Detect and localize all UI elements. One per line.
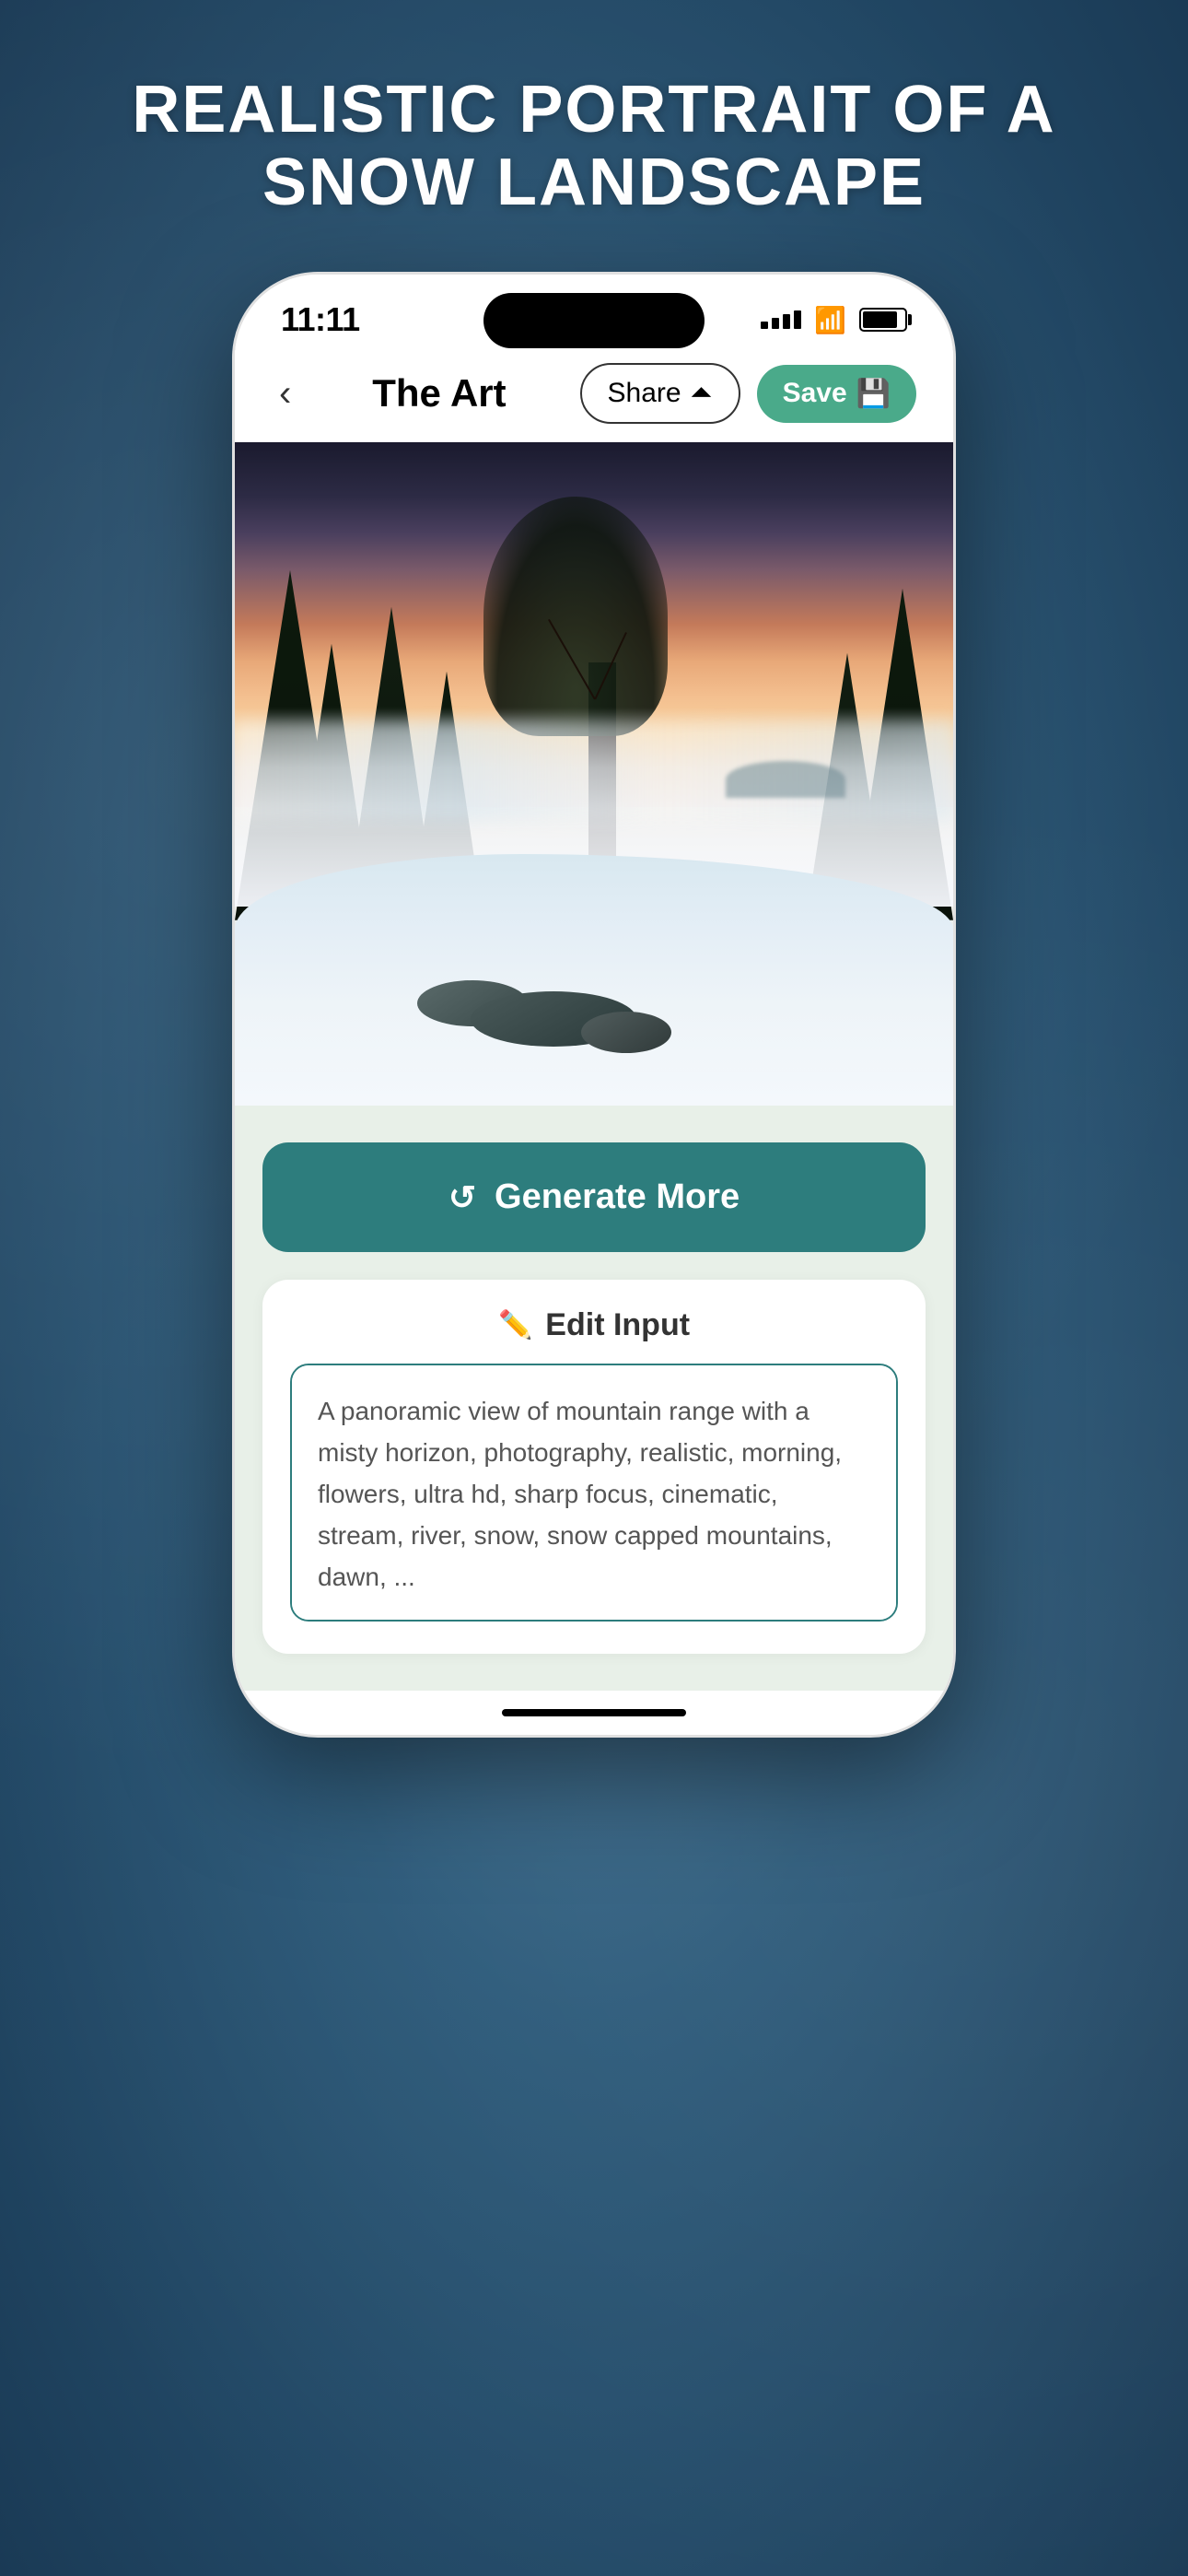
share-button[interactable]: Share ⏶ bbox=[580, 363, 740, 424]
status-icons: 📶 bbox=[761, 305, 907, 335]
nav-actions: Share ⏶ Save 💾 bbox=[580, 363, 917, 424]
battery-icon bbox=[859, 308, 907, 332]
page-title: REALISTIC PORTRAIT OF A SNOW LANDSCAPE bbox=[0, 74, 1188, 219]
rock-3 bbox=[581, 1012, 671, 1053]
fog-wisp bbox=[235, 721, 953, 821]
nav-title: The Art bbox=[372, 371, 506, 416]
refresh-icon: ↺ bbox=[448, 1178, 476, 1217]
status-time: 11:11 bbox=[281, 300, 360, 339]
save-label: Save bbox=[783, 378, 847, 409]
content-area: ↺ Generate More ✏️ Edit Input bbox=[235, 1106, 953, 1691]
edit-input-card: ✏️ Edit Input bbox=[262, 1280, 926, 1654]
wifi-icon: 📶 bbox=[814, 305, 846, 335]
phone-mockup: 11:11 📶 ‹ The Art Share ⏶ Save bbox=[235, 275, 953, 1735]
save-button[interactable]: Save 💾 bbox=[757, 365, 916, 423]
edit-input-label: Edit Input bbox=[545, 1307, 690, 1343]
generate-more-button[interactable]: ↺ Generate More bbox=[262, 1142, 926, 1252]
snow-layer bbox=[235, 854, 953, 1107]
home-indicator bbox=[235, 1691, 953, 1735]
home-bar bbox=[502, 1709, 686, 1716]
edit-input-header: ✏️ Edit Input bbox=[290, 1307, 898, 1343]
generated-image bbox=[235, 442, 953, 1106]
share-icon: ⏶ bbox=[691, 378, 713, 409]
distant-hill bbox=[726, 761, 845, 798]
status-bar: 11:11 📶 bbox=[235, 275, 953, 348]
dynamic-island bbox=[483, 293, 705, 348]
signal-icon bbox=[761, 310, 801, 329]
prompt-input[interactable] bbox=[290, 1364, 898, 1622]
share-label: Share bbox=[608, 378, 681, 409]
back-button[interactable]: ‹ bbox=[272, 366, 298, 422]
pencil-icon: ✏️ bbox=[498, 1309, 532, 1341]
save-icon: 💾 bbox=[856, 378, 891, 410]
nav-bar: ‹ The Art Share ⏶ Save 💾 bbox=[235, 348, 953, 442]
generate-more-label: Generate More bbox=[495, 1177, 740, 1217]
